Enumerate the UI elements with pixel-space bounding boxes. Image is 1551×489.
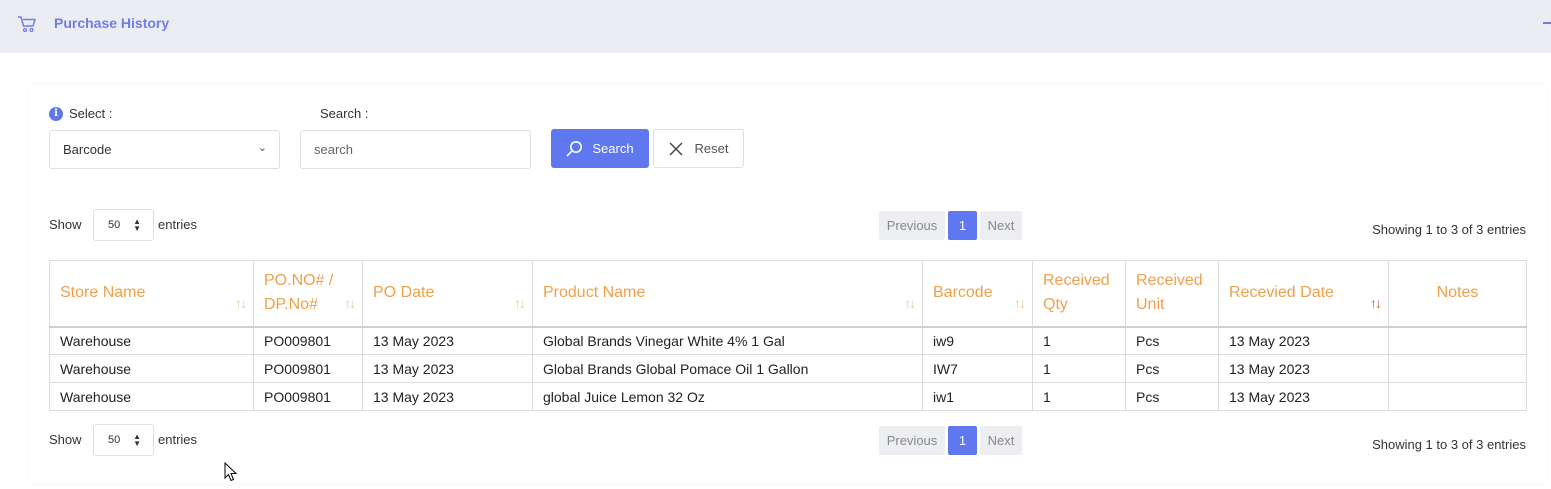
table-row: Warehouse PO009801 13 May 2023 global Juice… [49,382,1527,411]
page-title: Purchase History [54,15,170,31]
entries-length-select-bottom[interactable]: 50 ▲ ▼ [93,424,154,456]
column-header-po-no[interactable]: PO.NO# / DP.No# ↑↓ [253,260,363,328]
table-row: Warehouse PO009801 13 May 2023 Global Brand… [49,326,1527,355]
entries-info: Showing 1 to 3 of 3 entries [1372,222,1526,237]
search-button-label: Search [592,141,634,156]
search-icon [567,141,583,157]
reset-button-label: Reset [694,141,729,156]
cell-notes [1388,382,1527,411]
sort-icon: ↑↓ [904,295,916,311]
chevron-down-icon: ⌄ [257,142,267,154]
cell-po-no: PO009801 [253,326,363,355]
updown-arrow-icon: ▲ ▼ [133,432,141,448]
entries-value: 50 [108,434,121,446]
show-label: Show [49,217,82,232]
cell-received-date: 13 May 2023 [1218,354,1389,383]
entries-label: entries [158,217,198,232]
info-icon: i [49,107,63,121]
entries-value: 50 [108,219,121,231]
sort-icon: ↑↓ [514,295,526,311]
column-header-store-name[interactable]: Store Name ↑↓ [49,260,254,328]
cell-notes [1388,354,1527,383]
minus-icon[interactable] [1543,22,1551,24]
pagination-top: Previous 1 Next [879,211,1022,240]
cell-received-qty: 1 [1032,354,1126,383]
entries-info-bottom: Showing 1 to 3 of 3 entries [1372,437,1526,452]
entries-length-select[interactable]: 50 ▲ ▼ [93,209,154,241]
search-input[interactable] [300,130,531,169]
previous-page-button[interactable]: Previous [879,426,945,455]
sort-desc-icon: ↑↓ [1370,295,1382,311]
cell-received-unit: Pcs [1125,382,1219,411]
cell-store-name: Warehouse [49,326,254,355]
cell-product-name: Global Brands Vinegar White 4% 1 Gal [532,326,923,355]
column-header-notes[interactable]: Notes [1388,260,1527,328]
sort-icon: ↑↓ [235,295,247,311]
entries-label-bottom: entries [158,432,198,447]
search-button[interactable]: Search [551,129,649,168]
column-header-received-qty[interactable]: Received Qty [1032,260,1126,328]
page-1-button[interactable]: 1 [948,211,977,240]
cell-received-date: 13 May 2023 [1218,326,1389,355]
filter-type-select[interactable]: Barcode ⌄ [49,130,280,169]
next-page-button[interactable]: Next [980,426,1022,455]
select-label: Select : [69,106,113,121]
cell-received-date: 13 May 2023 [1218,382,1389,411]
column-header-received-unit[interactable]: Received Unit [1125,260,1219,328]
close-icon [669,142,683,155]
cart-icon [18,16,36,33]
cell-product-name: global Juice Lemon 32 Oz [532,382,923,411]
column-header-barcode[interactable]: Barcode ↑↓ [922,260,1033,328]
column-header-received-date[interactable]: Recevied Date ↑↓ [1218,260,1389,328]
cell-notes [1388,326,1527,355]
cell-po-date: 13 May 2023 [362,354,533,383]
cell-received-qty: 1 [1032,326,1126,355]
sort-icon: ↑↓ [344,295,356,311]
pagination-bottom: Previous 1 Next [879,426,1022,455]
table-header-row: Store Name ↑↓ PO.NO# / DP.No# ↑↓ PO Date ↑↓… [49,260,1527,328]
next-page-button[interactable]: Next [980,211,1022,240]
mouse-cursor-icon [224,462,238,482]
updown-arrow-icon: ▲ ▼ [133,217,141,233]
cell-received-unit: Pcs [1125,354,1219,383]
cell-barcode: iw9 [922,326,1033,355]
sort-icon: ↑↓ [1014,295,1026,311]
cell-received-qty: 1 [1032,382,1126,411]
cell-product-name: Global Brands Global Pomace Oil 1 Gallon [532,354,923,383]
search-label: Search : [320,106,369,121]
cell-store-name: Warehouse [49,354,254,383]
cell-barcode: iw1 [922,382,1033,411]
column-header-po-date[interactable]: PO Date ↑↓ [362,260,533,328]
previous-page-button[interactable]: Previous [879,211,945,240]
panel-header: Purchase History [0,0,1551,53]
cell-po-no: PO009801 [253,382,363,411]
purchase-history-table: Store Name ↑↓ PO.NO# / DP.No# ↑↓ PO Date ↑↓… [49,260,1527,411]
cell-po-date: 13 May 2023 [362,382,533,411]
page-1-button[interactable]: 1 [948,426,977,455]
cell-po-date: 13 May 2023 [362,326,533,355]
cell-po-no: PO009801 [253,354,363,383]
table-body: Warehouse PO009801 13 May 2023 Global Brand… [49,326,1527,411]
column-header-product-name[interactable]: Product Name ↑↓ [532,260,923,328]
reset-button[interactable]: Reset [653,129,744,168]
select-value: Barcode [63,142,112,157]
table-row: Warehouse PO009801 13 May 2023 Global Brand… [49,354,1527,383]
cell-barcode: IW7 [922,354,1033,383]
cell-store-name: Warehouse [49,382,254,411]
show-label-bottom: Show [49,432,82,447]
cell-received-unit: Pcs [1125,326,1219,355]
